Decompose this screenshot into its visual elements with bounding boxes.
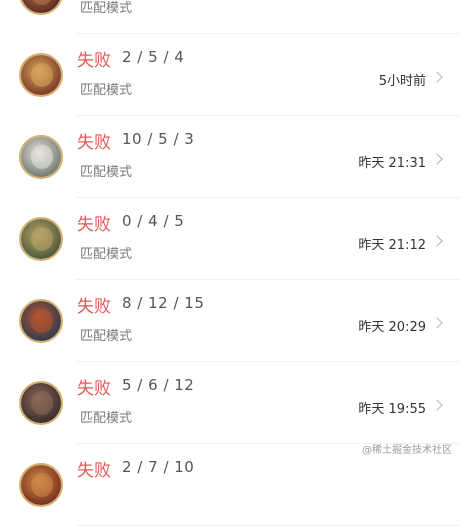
champion-avatar bbox=[19, 135, 63, 179]
champion-avatar bbox=[19, 299, 63, 343]
match-time: 昨天 21:12 bbox=[358, 238, 426, 253]
kda-score: 2 / 7 / 10 bbox=[122, 458, 195, 476]
chevron-right-icon[interactable] bbox=[431, 399, 443, 411]
match-result: 失败 bbox=[77, 297, 111, 317]
game-mode: 匹配模式 bbox=[80, 83, 133, 98]
champion-avatar bbox=[19, 53, 63, 97]
match-row[interactable]: 失败 0 / 4 / 5 匹配模式 昨天 21:12 bbox=[0, 198, 460, 280]
match-row[interactable]: 失败 8 / 12 / 15 匹配模式 昨天 20:29 bbox=[0, 280, 460, 362]
game-mode: 匹配模式 bbox=[80, 329, 133, 344]
chevron-right-icon[interactable] bbox=[431, 235, 443, 247]
game-mode: 匹配模式 bbox=[80, 165, 133, 180]
champion-avatar bbox=[19, 217, 63, 261]
champion-avatar bbox=[19, 0, 63, 15]
match-row[interactable]: 失败 10 / 5 / 3 匹配模式 昨天 21:31 bbox=[0, 116, 460, 198]
game-mode: 匹配模式 bbox=[80, 247, 133, 262]
match-result: 失败 bbox=[77, 133, 111, 153]
match-time: 5小时前 bbox=[378, 74, 426, 89]
match-result: 失败 bbox=[77, 51, 111, 71]
game-mode: 匹配模式 bbox=[80, 411, 133, 426]
match-row[interactable]: 失败 2 / 7 / 10 bbox=[0, 444, 460, 526]
kda-score: 8 / 12 / 15 bbox=[122, 294, 205, 312]
chevron-right-icon[interactable] bbox=[431, 317, 443, 329]
match-time: 昨天 20:29 bbox=[358, 320, 426, 335]
match-row[interactable]: 失败 2 / 5 / 4 匹配模式 5小时前 bbox=[0, 34, 460, 116]
match-time: 昨天 21:31 bbox=[358, 156, 426, 171]
match-row[interactable]: 失败 5 / 6 / 12 匹配模式 昨天 19:55 bbox=[0, 362, 460, 444]
champion-avatar bbox=[19, 381, 63, 425]
match-row[interactable]: 匹配模式 bbox=[0, 0, 460, 34]
match-result: 失败 bbox=[77, 379, 111, 399]
champion-avatar bbox=[19, 463, 63, 507]
kda-score: 10 / 5 / 3 bbox=[122, 130, 195, 148]
watermark: @稀土掘金技术社区 bbox=[362, 445, 452, 456]
game-mode: 匹配模式 bbox=[80, 1, 133, 16]
match-time: 昨天 19:55 bbox=[358, 402, 426, 417]
kda-score: 5 / 6 / 12 bbox=[122, 376, 195, 394]
chevron-right-icon[interactable] bbox=[431, 71, 443, 83]
chevron-right-icon[interactable] bbox=[431, 153, 443, 165]
kda-score: 0 / 4 / 5 bbox=[122, 212, 185, 230]
kda-score: 2 / 5 / 4 bbox=[122, 48, 185, 66]
match-result: 失败 bbox=[77, 215, 111, 235]
